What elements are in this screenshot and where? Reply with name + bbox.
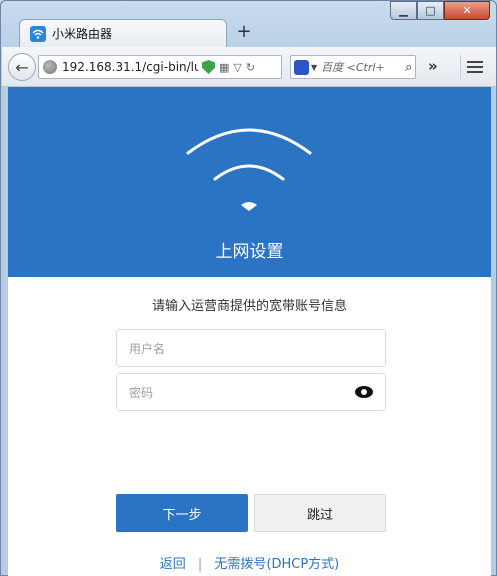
globe-icon — [43, 60, 57, 74]
back-link[interactable]: 返回 — [160, 557, 186, 572]
username-field[interactable]: 用户名 — [116, 329, 386, 367]
reload-icon[interactable]: ↻ — [246, 61, 255, 74]
maximize-button[interactable]: □ — [417, 1, 444, 20]
hamburger-menu-icon[interactable] — [460, 55, 488, 79]
password-placeholder: 密码 — [129, 385, 154, 400]
router-setup-page: 上网设置 请输入运营商提供的宽带账号信息 用户名 密码 下一步 跳过 返回 | … — [8, 87, 491, 576]
baidu-paw-icon — [294, 59, 309, 75]
qr-code-icon[interactable]: ▦ — [219, 61, 229, 74]
search-icon[interactable]: ⌕ — [405, 60, 412, 75]
new-tab-button[interactable]: + — [235, 23, 253, 41]
window-controls: ▁ □ ✕ — [390, 1, 490, 20]
search-placeholder: 百度 <Ctrl+ — [321, 61, 385, 74]
tab-title: 小米路由器 — [52, 27, 113, 41]
overflow-chevrons-icon[interactable]: » — [428, 57, 438, 75]
username-placeholder: 用户名 — [129, 341, 166, 356]
browser-toolbar: ← 192.168.31.1/cgi-bin/luc ▦ ▽ ↻ ▼ 百度 <C… — [2, 47, 496, 87]
back-button[interactable]: ← — [8, 53, 36, 81]
shield-icon[interactable] — [202, 60, 215, 74]
page-title: 上网设置 — [215, 242, 284, 262]
wifi-icon — [186, 128, 312, 211]
next-button[interactable]: 下一步 — [116, 494, 248, 532]
arrow-left-icon: ← — [15, 57, 29, 77]
hero-banner: 上网设置 — [8, 87, 491, 277]
eye-icon[interactable] — [355, 386, 373, 398]
close-button[interactable]: ✕ — [444, 1, 490, 20]
search-bar[interactable]: ▼ 百度 <Ctrl+ ⌕ — [290, 55, 416, 79]
password-field[interactable]: 密码 — [116, 373, 386, 411]
wifi-favicon-icon — [30, 25, 46, 42]
url-text: 192.168.31.1/cgi-bin/luc — [62, 60, 198, 74]
skip-button[interactable]: 跳过 — [254, 494, 386, 532]
browser-tab[interactable]: 小米路由器 — [19, 19, 227, 47]
dropdown-arrow-icon[interactable]: ▽ — [233, 61, 241, 74]
dhcp-link[interactable]: 无需拨号(DHCP方式) — [214, 557, 339, 572]
instruction-text: 请输入运营商提供的宽带账号信息 — [151, 299, 347, 314]
engine-dropdown-icon[interactable]: ▼ — [311, 63, 317, 72]
link-separator: | — [197, 557, 203, 572]
footer-links: 返回 | 无需拨号(DHCP方式) — [8, 553, 491, 572]
address-bar[interactable]: 192.168.31.1/cgi-bin/luc ▦ ▽ ↻ — [38, 55, 282, 79]
minimize-button[interactable]: ▁ — [390, 1, 417, 20]
browser-window: ▁ □ ✕ 小米路由器 + ← 192.168.31.1/cgi-bin/luc… — [0, 0, 497, 576]
